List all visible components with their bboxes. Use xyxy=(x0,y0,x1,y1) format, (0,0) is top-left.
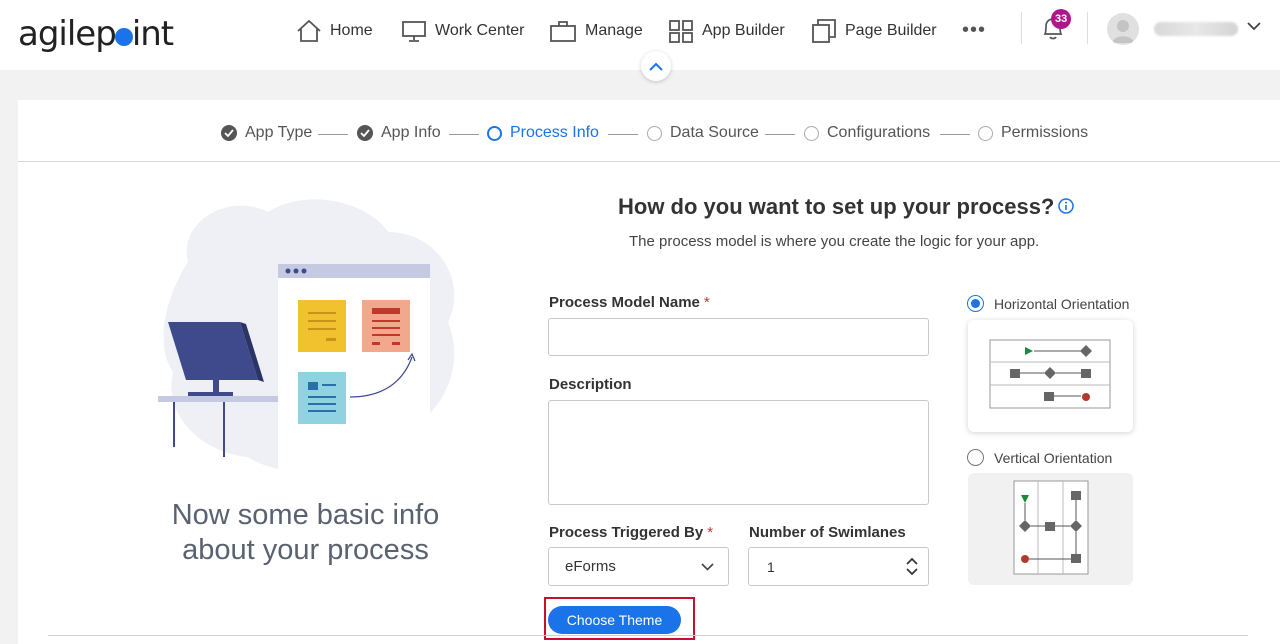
page-title: How do you want to set up your process? xyxy=(618,194,1055,219)
page-subtitle: The process model is where you create th… xyxy=(629,233,1040,250)
required-marker: * xyxy=(703,294,710,311)
step-label: Configurations xyxy=(827,124,931,141)
swimlanes-stepper[interactable]: 1 xyxy=(748,547,929,586)
left-title-line: about your process xyxy=(182,534,429,566)
vertical-orientation-option[interactable]: Vertical Orientation xyxy=(967,449,1112,466)
nav-page-builder-label: Page Builder xyxy=(845,22,937,39)
circle-icon xyxy=(978,125,993,141)
required-marker: * xyxy=(707,524,714,541)
nav-page-builder[interactable]: Page Builder xyxy=(811,16,937,46)
triggered-by-value: eForms xyxy=(565,558,616,575)
nav-app-builder[interactable]: App Builder xyxy=(668,16,785,46)
grid-icon xyxy=(669,20,693,43)
description-label: Description xyxy=(549,376,632,393)
monitor-icon xyxy=(402,21,426,42)
step-configurations[interactable]: Configurations xyxy=(804,124,930,142)
horizontal-orientation-card[interactable] xyxy=(968,320,1133,432)
step-connector xyxy=(765,134,795,135)
user-icon xyxy=(1112,20,1134,43)
circle-icon xyxy=(487,125,502,141)
swimlanes-value: 1 xyxy=(767,558,775,575)
divider xyxy=(1021,12,1022,44)
pages-icon xyxy=(812,19,836,43)
wizard-panel: App Type App Info Process Info Data Sour… xyxy=(18,100,1280,644)
chevron-down-icon[interactable] xyxy=(1247,21,1261,31)
step-app-info[interactable]: App Info xyxy=(357,124,441,142)
username-redacted[interactable] xyxy=(1154,22,1238,36)
nav-home[interactable]: Home xyxy=(296,16,373,46)
description-textarea[interactable] xyxy=(548,400,929,505)
chevron-down-icon[interactable] xyxy=(906,568,918,576)
left-title-line: Now some basic info xyxy=(171,499,440,531)
step-connector xyxy=(449,134,479,135)
step-label: App Info xyxy=(381,124,441,141)
swimlanes-label: Number of Swimlanes xyxy=(749,524,906,541)
wizard-steps: App Type App Info Process Info Data Sour… xyxy=(18,100,1280,162)
step-process-info[interactable]: Process Info xyxy=(487,124,599,142)
vertical-orientation-card[interactable] xyxy=(968,473,1133,585)
checkmark-icon xyxy=(221,125,237,141)
nav-manage[interactable]: Manage xyxy=(549,16,643,46)
left-title: Now some basic info about your process xyxy=(138,498,473,568)
home-icon xyxy=(297,19,321,42)
step-connector xyxy=(318,134,348,135)
notification-count-badge: 33 xyxy=(1051,9,1072,29)
nav-app-builder-label: App Builder xyxy=(702,22,785,39)
vertical-diagram-icon xyxy=(1013,480,1089,575)
nav-work-center[interactable]: Work Center xyxy=(401,16,525,46)
circle-icon xyxy=(804,125,819,141)
divider xyxy=(1087,12,1088,44)
step-data-source[interactable]: Data Source xyxy=(647,124,759,142)
collapse-header-button[interactable] xyxy=(641,51,671,81)
agilepoint-logo[interactable]: agilep int xyxy=(18,14,174,54)
step-permissions[interactable]: Permissions xyxy=(978,124,1088,142)
footer-divider xyxy=(48,635,1248,636)
chevron-down-icon xyxy=(701,562,714,571)
nav-work-center-label: Work Center xyxy=(435,22,525,39)
step-connector xyxy=(940,134,970,135)
process-illustration xyxy=(158,199,455,474)
info-icon[interactable] xyxy=(1058,198,1074,214)
step-app-type[interactable]: App Type xyxy=(221,124,312,142)
chevron-up-icon xyxy=(649,62,663,71)
more-menu-button[interactable]: ••• xyxy=(962,19,986,42)
step-connector xyxy=(608,134,638,135)
chevron-up-icon[interactable] xyxy=(906,557,918,565)
horizontal-orientation-option[interactable]: Horizontal Orientation xyxy=(967,295,1129,312)
triggered-by-label: Process Triggered By * xyxy=(549,524,714,541)
step-label: Process Info xyxy=(510,124,599,141)
briefcase-icon xyxy=(550,21,576,42)
process-model-name-label: Process Model Name * xyxy=(549,294,710,311)
top-navigation-bar: agilep int Home Work Center Manage App Bu… xyxy=(0,0,1280,70)
avatar[interactable] xyxy=(1107,13,1139,45)
step-label: Permissions xyxy=(1001,124,1089,141)
radio-selected[interactable] xyxy=(967,295,984,312)
vertical-orientation-label: Vertical Orientation xyxy=(994,449,1113,466)
radio-unselected[interactable] xyxy=(967,449,984,466)
nav-home-label: Home xyxy=(330,22,373,39)
triggered-by-select[interactable]: eForms xyxy=(548,547,729,586)
circle-icon xyxy=(647,125,662,141)
horizontal-diagram-icon xyxy=(989,339,1111,409)
step-label: Data Source xyxy=(670,124,759,141)
process-model-name-input[interactable] xyxy=(548,318,929,356)
horizontal-orientation-label: Horizontal Orientation xyxy=(994,295,1130,312)
choose-theme-button[interactable]: Choose Theme xyxy=(548,606,681,634)
nav-manage-label: Manage xyxy=(585,22,643,39)
checkmark-icon xyxy=(357,125,373,141)
step-label: App Type xyxy=(245,124,313,141)
